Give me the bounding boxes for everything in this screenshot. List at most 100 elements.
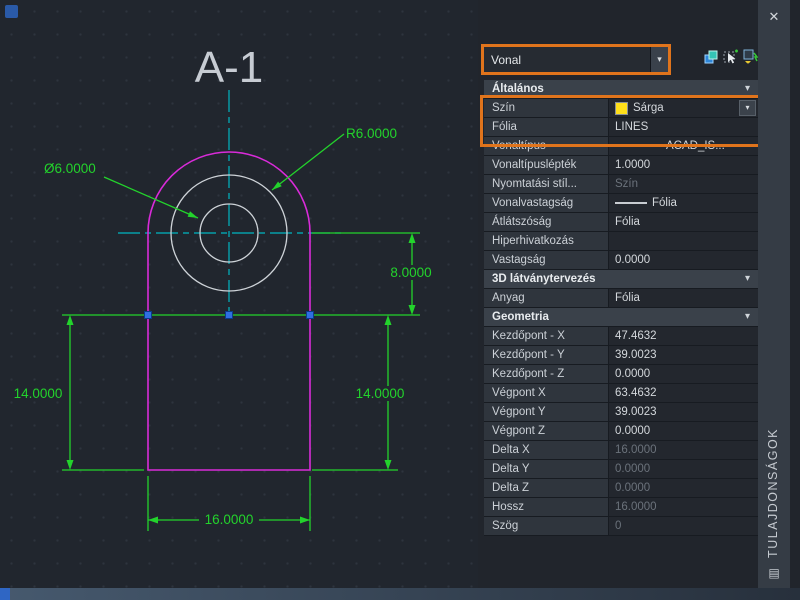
collapse-icon: ▾	[744, 311, 750, 322]
thickness-value[interactable]: 0.0000	[609, 251, 758, 269]
section-title: Geometria	[492, 311, 549, 323]
color-swatch-yellow	[615, 101, 628, 115]
chevron-down-icon[interactable]: ▾	[650, 47, 668, 72]
properties-panel: Vonal ▾ Általános ▾ Szín Sárga ▾ Fólia L…	[478, 0, 800, 588]
object-type-value: Vonal	[491, 52, 522, 67]
linetype-scale-value[interactable]: 1.0000	[609, 156, 758, 174]
section-header-geometry[interactable]: Geometria ▾	[484, 308, 758, 327]
dim-text-8: 8.0000	[390, 265, 431, 280]
delta-z-value: 0.0000	[609, 479, 758, 497]
section-title: Általános	[492, 83, 544, 95]
select-objects-icon[interactable]	[722, 48, 739, 65]
property-label: Kezdőpont - Y	[484, 346, 609, 364]
row-hyperlink: Hiperhivatkozás	[484, 232, 758, 251]
property-label: Vonaltípus	[484, 137, 609, 155]
property-label: Átlátszóság	[484, 213, 609, 231]
row-lineweight: Vonalvastagság Fólia	[484, 194, 758, 213]
dimension-left-14[interactable]: 14.0000	[12, 315, 144, 471]
material-value[interactable]: Fólia	[609, 289, 758, 307]
status-strip	[0, 588, 800, 600]
property-label: Delta Y	[484, 460, 609, 478]
delta-y-value: 0.0000	[609, 460, 758, 478]
property-label: Delta Z	[484, 479, 609, 497]
close-icon[interactable]: ✕	[758, 8, 790, 26]
row-linetype: Vonaltípus ACAD_IS...	[484, 137, 758, 156]
lineweight-sample	[615, 202, 647, 204]
section-header-3d[interactable]: 3D látványtervezés ▾	[484, 270, 758, 289]
property-label: Hossz	[484, 498, 609, 516]
start-x-value[interactable]: 47.4632	[609, 327, 758, 345]
section-header-general[interactable]: Általános ▾	[484, 80, 758, 99]
row-color: Szín Sárga ▾	[484, 99, 758, 118]
layer-value[interactable]: LINES	[609, 118, 758, 136]
row-end-z: Végpont Z 0.0000	[484, 422, 758, 441]
status-strip-accent	[0, 588, 10, 600]
palette-title: TULAJDONSÁGOK	[766, 428, 780, 558]
row-plot-style: Nyomtatási stíl... Szín	[484, 175, 758, 194]
property-label: Hiperhivatkozás	[484, 232, 609, 250]
property-grid: Általános ▾ Szín Sárga ▾ Fólia LINES Von…	[484, 80, 758, 536]
row-thickness: Vastagság 0.0000	[484, 251, 758, 270]
property-label: Vastagság	[484, 251, 609, 269]
end-z-value[interactable]: 0.0000	[609, 422, 758, 440]
row-start-y: Kezdőpont - Y 39.0023	[484, 346, 758, 365]
drawing-svg: 14.0000 14.0000 8.0000 16.0000 R6.0000 Ø…	[12, 43, 436, 531]
property-label: Vonaltípuslépték	[484, 156, 609, 174]
row-material: Anyag Fólia	[484, 289, 758, 308]
row-layer: Fólia LINES	[484, 118, 758, 137]
hyperlink-value[interactable]	[609, 232, 758, 250]
transparency-value[interactable]: Fólia	[609, 213, 758, 231]
dim-text-radius: R6.0000	[346, 126, 397, 141]
row-end-y: Végpont Y 39.0023	[484, 403, 758, 422]
row-end-x: Végpont X 63.4632	[484, 384, 758, 403]
dim-text-diameter: Ø6.0000	[44, 161, 96, 176]
object-type-dropdown[interactable]: Vonal ▾	[484, 47, 668, 72]
start-y-value[interactable]: 39.0023	[609, 346, 758, 364]
dimension-16[interactable]: 16.0000	[147, 476, 311, 531]
property-label: Delta X	[484, 441, 609, 459]
color-value: Sárga	[633, 102, 664, 114]
leader-diameter[interactable]: Ø6.0000	[44, 161, 199, 219]
row-delta-y: Delta Y 0.0000	[484, 460, 758, 479]
property-label: Fólia	[484, 118, 609, 136]
quick-select-icon[interactable]	[742, 48, 759, 65]
delta-x-value: 16.0000	[609, 441, 758, 459]
selected-line[interactable]	[62, 232, 420, 316]
property-label: Végpont X	[484, 384, 609, 402]
row-start-z: Kezdőpont - Z 0.0000	[484, 365, 758, 384]
end-y-value[interactable]: 39.0023	[609, 403, 758, 421]
property-label: Vonalvastagság	[484, 194, 609, 212]
property-label: Kezdőpont - X	[484, 327, 609, 345]
collapse-icon: ▾	[744, 83, 750, 94]
property-label: Végpont Y	[484, 403, 609, 421]
property-label: Szög	[484, 517, 609, 535]
property-label: Anyag	[484, 289, 609, 307]
dim-text-right-14: 14.0000	[356, 386, 405, 401]
collapse-icon: ▾	[744, 273, 750, 284]
dimension-8[interactable]: 8.0000	[386, 233, 436, 315]
start-z-value[interactable]: 0.0000	[609, 365, 758, 383]
lineweight-value[interactable]: Fólia	[609, 194, 758, 212]
color-value-dropdown[interactable]: Sárga ▾	[609, 99, 758, 117]
row-delta-x: Delta X 16.0000	[484, 441, 758, 460]
property-label: Nyomtatási stíl...	[484, 175, 609, 193]
linetype-value[interactable]: ACAD_IS...	[609, 137, 758, 155]
length-value: 16.0000	[609, 498, 758, 516]
end-x-value[interactable]: 63.4632	[609, 384, 758, 402]
row-transparency: Átlátszóság Fólia	[484, 213, 758, 232]
row-start-x: Kezdőpont - X 47.4632	[484, 327, 758, 346]
property-label: Szín	[484, 99, 609, 117]
dim-text-left-14: 14.0000	[14, 386, 63, 401]
palette-titlebar[interactable]: ✕ TULAJDONSÁGOK ▤	[758, 0, 790, 588]
row-delta-z: Delta Z 0.0000	[484, 479, 758, 498]
dimension-right-14[interactable]: 14.0000	[312, 315, 408, 471]
drawing-title: A-1	[195, 43, 263, 92]
drawing-canvas[interactable]: 14.0000 14.0000 8.0000 16.0000 R6.0000 Ø…	[0, 0, 480, 588]
angle-value: 0	[609, 517, 758, 535]
row-linetype-scale: Vonaltípuslépték 1.0000	[484, 156, 758, 175]
property-label: Kezdőpont - Z	[484, 365, 609, 383]
chevron-down-icon[interactable]: ▾	[739, 100, 756, 116]
palette-properties-icon[interactable]: ▤	[758, 564, 790, 582]
row-length: Hossz 16.0000	[484, 498, 758, 517]
pickadd-toggle-icon[interactable]	[702, 48, 719, 65]
